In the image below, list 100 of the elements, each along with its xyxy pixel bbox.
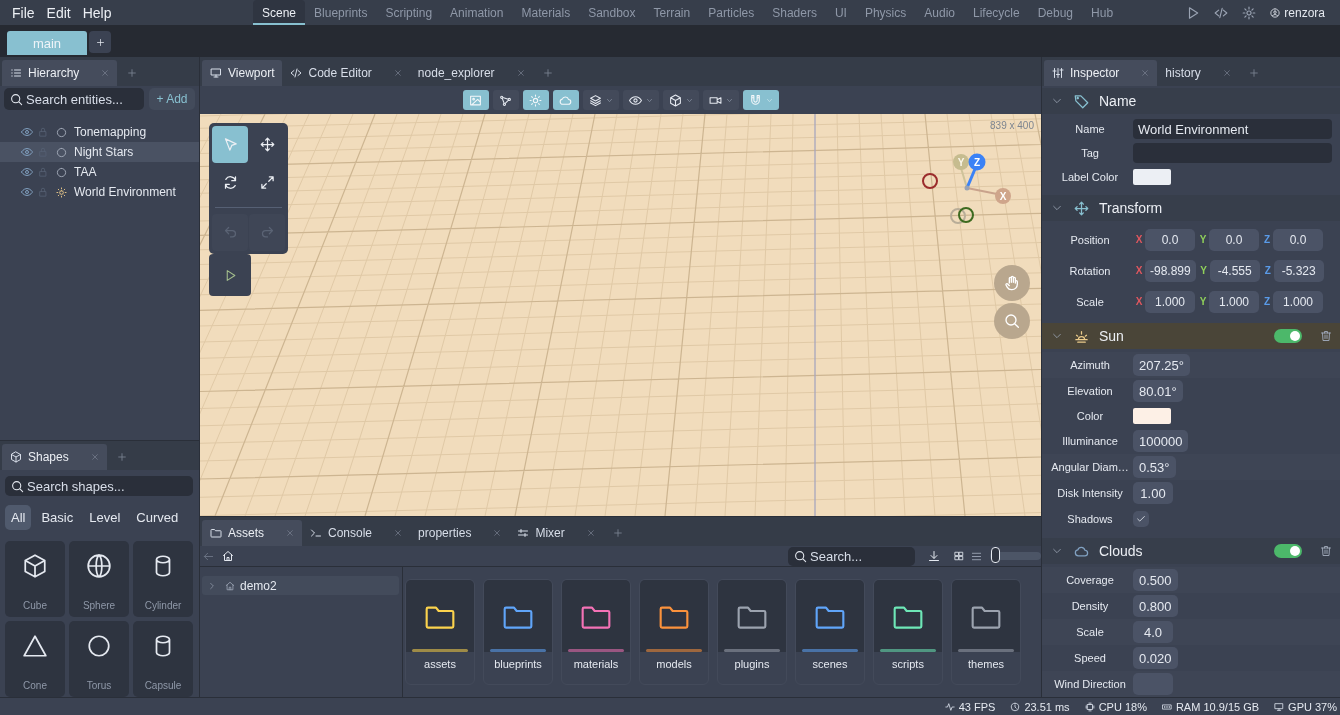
shape-card[interactable]: Capsule (133, 621, 193, 697)
panel-tab[interactable]: Hierarchy (2, 60, 118, 86)
editor-tab[interactable]: Code Editor (282, 60, 410, 86)
home-icon[interactable] (222, 550, 234, 562)
folder-card[interactable]: assets (405, 579, 475, 685)
chevron-down-icon[interactable] (1052, 331, 1062, 341)
filter-tab[interactable]: Level (83, 505, 127, 530)
section-header[interactable]: Sun (1042, 323, 1340, 349)
axis-gizmo[interactable]: Y Z X (915, 150, 1020, 230)
panel-tab[interactable]: Console (302, 520, 411, 546)
number-field[interactable]: 1.000 (1273, 290, 1323, 313)
menu-item[interactable]: Edit (46, 4, 71, 21)
workspace-tab[interactable]: UI (825, 0, 856, 25)
user-name[interactable]: renzora (1284, 5, 1325, 20)
entity-item[interactable]: TAA (0, 162, 199, 182)
toolbar-button[interactable] (742, 90, 779, 110)
close-icon[interactable] (393, 69, 402, 77)
folder-card[interactable]: models (639, 579, 709, 685)
number-field[interactable]: -98.899 (1145, 259, 1196, 282)
folder-card[interactable]: scripts (873, 579, 943, 685)
color-swatch[interactable] (1133, 408, 1171, 424)
chevron-down-icon[interactable] (1052, 96, 1062, 106)
close-icon[interactable] (286, 529, 294, 537)
section-header[interactable]: Name (1042, 88, 1340, 114)
workspace-tab[interactable]: Scene (253, 0, 306, 25)
workspace-tab[interactable]: Animation (441, 0, 513, 25)
close-icon[interactable] (586, 529, 595, 537)
panel-tab[interactable]: Mixer (509, 520, 603, 546)
close-icon[interactable] (90, 453, 99, 461)
panel-tab[interactable]: properties (410, 520, 510, 546)
workspace-tab[interactable]: Scripting (376, 0, 442, 25)
number-field[interactable]: 100000 (1133, 430, 1189, 452)
shape-card[interactable]: Cylinder (133, 541, 193, 617)
workspace-tab[interactable]: Lifecycle (964, 0, 1029, 25)
workspace-tab[interactable]: Materials (512, 0, 580, 25)
workspace-tab[interactable]: Blueprints (305, 0, 377, 25)
download-icon[interactable] (928, 550, 940, 562)
filter-tab[interactable]: All (5, 505, 32, 530)
shape-card[interactable]: Sphere (69, 541, 129, 617)
section-header[interactable]: Transform (1042, 195, 1340, 221)
play-button[interactable] (209, 254, 251, 296)
number-field[interactable]: 207.25° (1133, 354, 1190, 376)
toolbar-button[interactable] (622, 90, 659, 110)
toolbar-button[interactable] (552, 90, 579, 110)
chevron-down-icon[interactable] (1052, 546, 1062, 556)
text-field[interactable] (1133, 143, 1332, 163)
plus-icon[interactable] (542, 68, 553, 78)
add-button[interactable]: + Add (149, 88, 195, 110)
workspace-tab[interactable]: Terrain (644, 0, 700, 25)
plus-icon[interactable] (1248, 68, 1259, 78)
menu-item[interactable]: Help (82, 4, 112, 21)
close-icon[interactable] (1222, 69, 1231, 77)
plus-icon[interactable] (116, 452, 127, 462)
grid-icon[interactable] (954, 551, 964, 561)
code-icon[interactable] (1214, 5, 1229, 20)
shape-card[interactable]: Cone (5, 621, 65, 697)
workspace-tab[interactable]: Particles (699, 0, 764, 25)
toolbar-button[interactable] (582, 90, 619, 110)
eye-icon[interactable] (21, 146, 33, 158)
workspace-tab[interactable]: Debug (1028, 0, 1083, 25)
number-field[interactable]: 0.0 (1145, 228, 1195, 251)
panel-tab[interactable]: history (1157, 60, 1239, 86)
toggle-switch[interactable] (1274, 544, 1302, 558)
number-field[interactable]: 0.500 (1133, 569, 1178, 591)
toolbar-button[interactable] (492, 90, 519, 110)
number-field[interactable]: 0.800 (1133, 595, 1178, 617)
panel-tab[interactable]: Inspector (1044, 60, 1158, 86)
chevron-down-icon[interactable] (1052, 203, 1062, 213)
play-icon[interactable] (1186, 5, 1201, 20)
close-icon[interactable] (1141, 69, 1150, 77)
editor-tab[interactable]: node_explorer (409, 60, 533, 86)
folder-card[interactable]: plugins (717, 579, 787, 685)
workspace-tab[interactable]: Sandbox (579, 0, 645, 25)
number-field[interactable]: 0.020 (1133, 647, 1178, 669)
search-field[interactable]: Search... (788, 546, 915, 566)
new-tab-button[interactable] (89, 31, 111, 53)
shape-card[interactable]: Torus (69, 621, 129, 697)
eye-icon[interactable] (21, 166, 33, 178)
text-field[interactable]: World Environment (1133, 119, 1332, 139)
panel-tab[interactable]: Assets (202, 520, 302, 546)
folder-card[interactable]: blueprints (483, 579, 553, 685)
section-header[interactable]: Clouds (1042, 538, 1340, 564)
entity-item[interactable]: World Environment (0, 182, 199, 202)
chevron-right-icon[interactable] (208, 581, 216, 590)
close-icon[interactable] (493, 529, 502, 537)
settings-icon[interactable] (1242, 5, 1257, 20)
toggle-switch[interactable] (1274, 329, 1302, 343)
panel-tab[interactable]: Shapes (2, 444, 107, 470)
number-field[interactable]: 1.00 (1133, 482, 1173, 504)
toolbar-button[interactable] (462, 90, 489, 110)
lock-icon[interactable] (38, 167, 48, 177)
menu-item[interactable]: File (12, 4, 35, 21)
eye-icon[interactable] (21, 126, 33, 138)
workspace-tab[interactable]: Physics (855, 0, 916, 25)
search-field[interactable]: Search entities... (4, 88, 144, 110)
number-field[interactable]: 1.000 (1145, 290, 1195, 313)
number-field[interactable]: 0.0 (1273, 228, 1323, 251)
tree-item[interactable]: demo2 (202, 576, 399, 595)
number-field[interactable]: 0.0 (1209, 228, 1259, 251)
workspace-tab[interactable]: Hub (1082, 0, 1123, 25)
